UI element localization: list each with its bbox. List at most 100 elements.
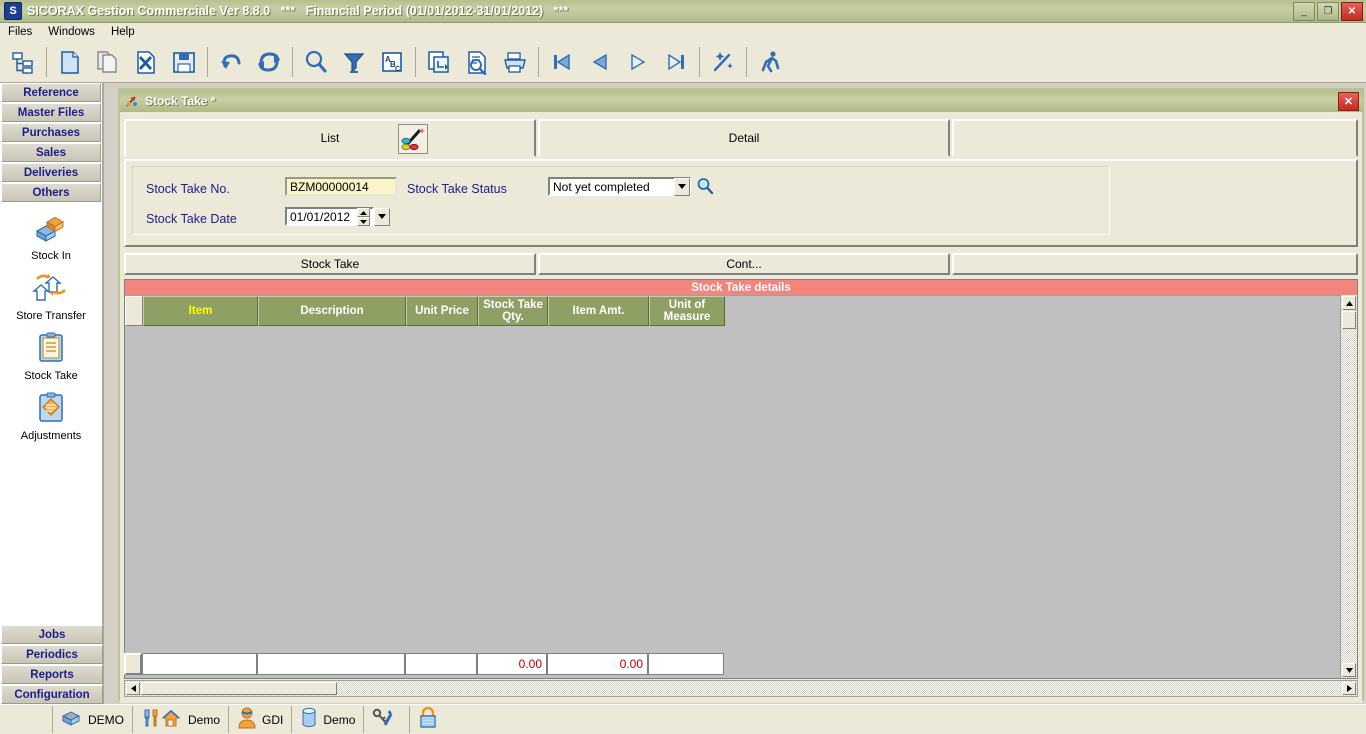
sidebar-item-purchases[interactable]: Purchases	[1, 123, 101, 142]
totals-description	[257, 653, 405, 675]
toolbar-separator	[415, 47, 416, 77]
key-wrench-icon	[372, 707, 396, 732]
grid-vertical-scroll-thumb[interactable]	[1342, 311, 1356, 329]
sub-tab-strip-filler	[952, 253, 1358, 275]
taskbar-item-demo-server[interactable]: DEMO	[52, 706, 132, 733]
sidebar-item-deliveries[interactable]: Deliveries	[1, 163, 101, 182]
last-record-icon[interactable]	[657, 44, 695, 80]
grid-header-unit-of-measure[interactable]: Unit of Measure	[649, 296, 725, 326]
grid-corner-cell	[125, 296, 143, 326]
stock-take-header-panel: Stock Take No. BZM00000014 Stock Take St…	[124, 159, 1358, 247]
sidebar-item-adjustments[interactable]: Adjustments	[0, 391, 102, 442]
main-toolbar: A B C	[0, 41, 1366, 83]
scroll-up-icon[interactable]	[1342, 296, 1356, 310]
search-magnifier-icon[interactable]	[297, 44, 335, 80]
sidebar-item-reports[interactable]: Reports	[1, 665, 103, 684]
tree-view-icon[interactable]	[4, 44, 42, 80]
menu-item-help[interactable]: Help	[103, 25, 143, 39]
grid-body[interactable]	[125, 326, 1357, 678]
tab-detail[interactable]: Detail	[538, 119, 950, 157]
magic-wand-icon[interactable]	[704, 44, 742, 80]
stock-take-date-spinner[interactable]	[357, 208, 370, 226]
tab-detail-label: Detail	[729, 131, 760, 145]
left-sidebar: Reference Master Files Purchases Sales D…	[0, 83, 104, 705]
subtab-stock-take[interactable]: Stock Take	[124, 253, 536, 275]
grid-header-item[interactable]: Item	[143, 296, 258, 326]
close-button[interactable]: ✕	[1341, 2, 1363, 21]
menu-item-windows[interactable]: Windows	[40, 25, 103, 39]
sort-abc-icon[interactable]: A B C	[373, 44, 411, 80]
lock-icon	[418, 707, 438, 732]
stock-take-window-icon	[125, 94, 139, 108]
grid-header-item-amt[interactable]: Item Amt.	[548, 296, 649, 326]
sidebar-item-label: Stock In	[31, 250, 71, 262]
delete-document-icon[interactable]	[127, 44, 165, 80]
next-record-icon[interactable]	[619, 44, 657, 80]
taskbar-item-demo-db[interactable]: Demo	[291, 706, 363, 733]
stock-take-window-body: List Det	[120, 115, 1362, 703]
sidebar-item-stock-take[interactable]: Stock Take	[0, 331, 102, 382]
scroll-right-icon[interactable]	[1342, 682, 1356, 695]
previous-record-icon[interactable]	[581, 44, 619, 80]
first-record-icon[interactable]	[543, 44, 581, 80]
save-disk-icon[interactable]	[165, 44, 203, 80]
restore-button[interactable]: ❐	[1317, 2, 1339, 21]
print-icon[interactable]	[496, 44, 534, 80]
refresh-icon[interactable]	[250, 44, 288, 80]
spinner-up-icon[interactable]	[357, 208, 370, 217]
new-document-icon[interactable]	[51, 44, 89, 80]
filter-funnel-icon[interactable]	[335, 44, 373, 80]
title-bar: S SICORAX Gestion Commerciale Ver 8.8.0 …	[0, 0, 1366, 23]
stock-take-no-input[interactable]: BZM00000014	[285, 177, 397, 196]
scroll-left-icon[interactable]	[126, 682, 140, 695]
sidebar-item-sales[interactable]: Sales	[1, 143, 101, 162]
copy-document-icon[interactable]	[89, 44, 127, 80]
store-transfer-icon	[31, 271, 71, 308]
grid-header-stock-take-qty[interactable]: Stock Take Qty.	[478, 296, 548, 326]
stock-take-window-close-button[interactable]: ✕	[1338, 92, 1359, 111]
subtab-cont[interactable]: Cont...	[538, 253, 950, 275]
sidebar-item-reference[interactable]: Reference	[1, 83, 101, 102]
export-document-icon[interactable]	[420, 44, 458, 80]
taskbar-item-label: GDI	[262, 713, 283, 727]
sidebar-item-others[interactable]: Others	[1, 183, 101, 202]
sidebar-item-configuration[interactable]: Configuration	[1, 685, 103, 704]
grid-totals-row: 0.00 0.00	[124, 653, 1358, 675]
run-person-icon[interactable]	[751, 44, 789, 80]
magnifier-lookup-icon[interactable]	[695, 176, 715, 196]
stock-take-date-dropdown-arrow[interactable]	[374, 208, 390, 226]
app-title: SICORAX Gestion Commerciale Ver 8.8.0 **…	[27, 4, 568, 18]
totals-stock-take-qty: 0.00	[477, 653, 547, 675]
toolbar-separator	[699, 47, 700, 77]
sidebar-item-store-transfer[interactable]: Store Transfer	[0, 271, 102, 322]
sidebar-item-jobs[interactable]: Jobs	[1, 625, 103, 644]
grid-vertical-scrollbar[interactable]	[1340, 295, 1357, 678]
stock-take-status-dropdown-arrow[interactable]	[674, 178, 690, 196]
taskbar-item-lock[interactable]	[409, 706, 451, 733]
preview-document-icon[interactable]	[458, 44, 496, 80]
sidebar-item-stock-in[interactable]: Stock In	[0, 211, 102, 262]
home-tools-icon	[141, 707, 183, 732]
sidebar-icon-list: Stock In Store Transfer	[0, 203, 102, 442]
grid-horizontal-scrollbar[interactable]	[124, 680, 1358, 697]
magic-wand-tab-icon[interactable]	[398, 124, 428, 157]
grid-header-unit-price[interactable]: Unit Price	[406, 296, 478, 326]
sidebar-item-periodics[interactable]: Periodics	[1, 645, 103, 664]
app-logo-icon: S	[4, 2, 22, 20]
undo-icon[interactable]	[212, 44, 250, 80]
taskbar-item-key-wrench[interactable]	[363, 706, 409, 733]
taskbar-item-gdi[interactable]: GDI	[228, 706, 291, 733]
totals-item-amt: 0.00	[547, 653, 648, 675]
stock-take-status-select[interactable]: Not yet completed	[548, 177, 691, 196]
stock-take-details-grid: Stock Take details Item Description Unit…	[124, 279, 1358, 679]
taskbar-item-label: DEMO	[88, 713, 124, 727]
grid-horizontal-scroll-thumb[interactable]	[141, 682, 337, 695]
menu-item-files[interactable]: Files	[0, 25, 40, 39]
grid-header-description[interactable]: Description	[258, 296, 406, 326]
taskbar-item-demo-home[interactable]: Demo	[132, 706, 228, 733]
spinner-down-icon[interactable]	[357, 217, 370, 226]
sidebar-item-master-files[interactable]: Master Files	[1, 103, 101, 122]
minimize-button[interactable]: _	[1293, 2, 1315, 21]
tab-list[interactable]: List	[124, 119, 536, 157]
database-icon	[300, 707, 318, 732]
